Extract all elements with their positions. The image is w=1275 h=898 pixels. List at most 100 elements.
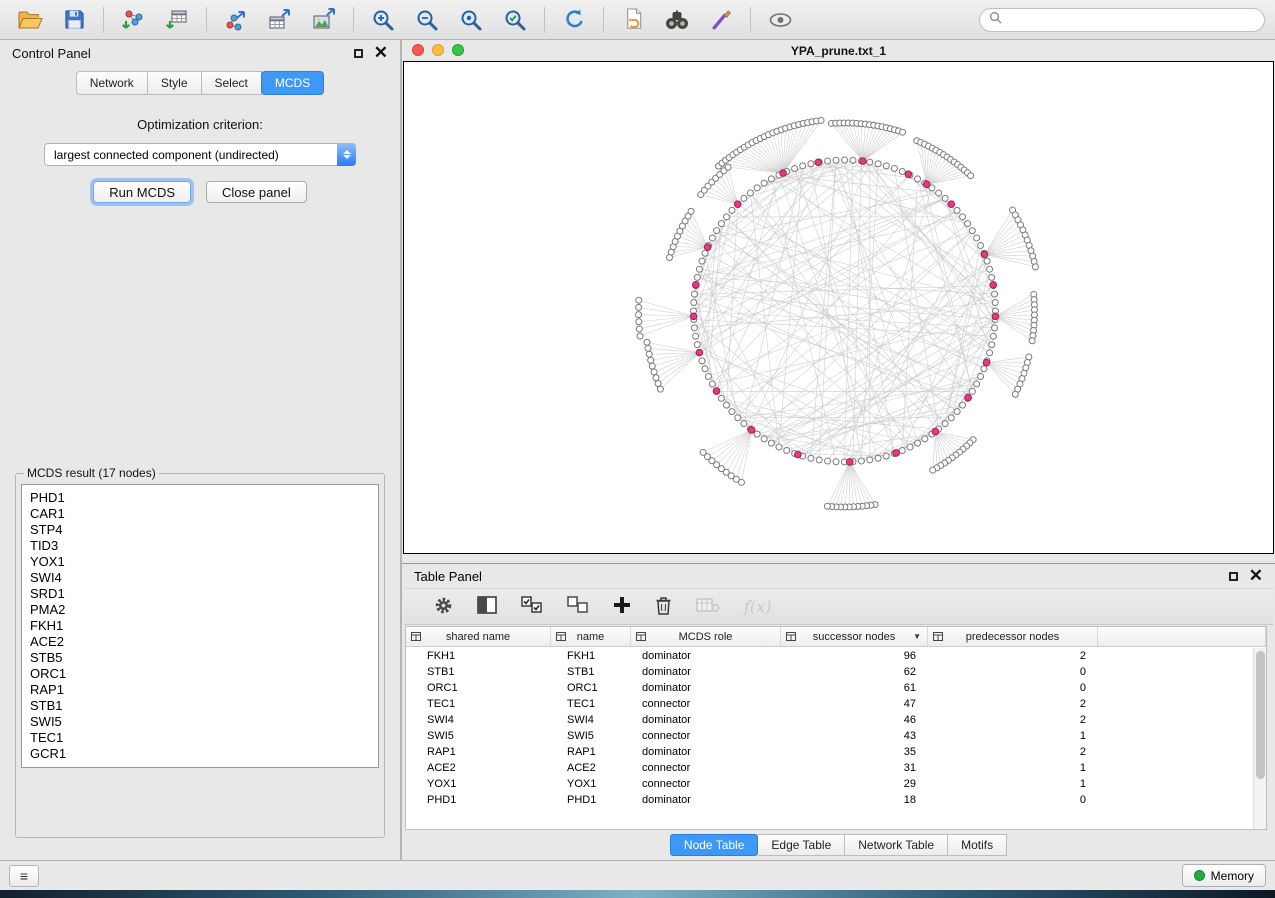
memory-button[interactable]: Memory xyxy=(1182,864,1266,887)
import-network-button[interactable] xyxy=(113,4,153,36)
table-cell: STB1 xyxy=(406,666,551,678)
tab-network-table[interactable]: Network Table xyxy=(845,834,948,856)
table-cell: 1 xyxy=(928,730,1098,742)
network-canvas[interactable] xyxy=(403,61,1274,554)
mcds-result-item[interactable]: SRD1 xyxy=(30,586,370,602)
network-graph[interactable] xyxy=(404,62,1273,553)
table-header-row: shared name name MCDS role successor nod… xyxy=(406,627,1266,647)
table-row[interactable]: SWI5SWI5connector431 xyxy=(406,728,1253,744)
export-table-button[interactable] xyxy=(260,4,300,36)
mcds-result-item[interactable]: STB5 xyxy=(30,650,370,666)
network-view: YPA_prune.txt_1 xyxy=(402,40,1275,563)
mcds-result-item[interactable]: ACE2 xyxy=(30,634,370,650)
show-columns-button[interactable] xyxy=(477,596,497,617)
binoculars-button[interactable] xyxy=(657,4,697,36)
search-input[interactable] xyxy=(1007,13,1255,27)
export-image-button[interactable] xyxy=(304,4,344,36)
table-row[interactable]: RAP1RAP1dominator352 xyxy=(406,744,1253,760)
table-cell: PHD1 xyxy=(406,794,551,806)
mcds-result-item[interactable]: PMA2 xyxy=(30,602,370,618)
tab-mcds[interactable]: MCDS xyxy=(261,71,324,95)
table-row[interactable]: FKH1FKH1dominator962 xyxy=(406,648,1253,664)
close-table-panel-icon[interactable]: ✕ xyxy=(1249,571,1263,581)
export-network-button[interactable] xyxy=(216,4,256,36)
run-mcds-button[interactable]: Run MCDS xyxy=(93,181,191,203)
unselect-all-button[interactable] xyxy=(567,596,589,617)
table-row[interactable]: ORC1ORC1dominator610 xyxy=(406,680,1253,696)
open-file-button[interactable] xyxy=(10,4,50,36)
column-header-shared-name[interactable]: shared name xyxy=(406,627,551,646)
optimization-criterion-select[interactable]: largest connected component (undirected) xyxy=(44,143,356,166)
table-cell: 2 xyxy=(928,650,1098,662)
clone-network-button[interactable] xyxy=(613,4,653,36)
plus-icon xyxy=(613,596,631,617)
mcds-result-item[interactable]: PHD1 xyxy=(30,490,370,506)
table-row[interactable]: TEC1TEC1connector472 xyxy=(406,696,1253,712)
table-row[interactable]: SWI4SWI4dominator462 xyxy=(406,712,1253,728)
window-zoom-traffic-light[interactable] xyxy=(452,44,464,56)
column-header-predecessor-nodes[interactable]: predecessor nodes xyxy=(928,627,1098,646)
function-builder-button-disabled: f(x) xyxy=(744,597,771,616)
mcds-result-item[interactable]: CAR1 xyxy=(30,506,370,522)
window-close-traffic-light[interactable] xyxy=(412,44,424,56)
mcds-result-item[interactable]: SWI5 xyxy=(30,714,370,730)
float-table-panel-icon[interactable] xyxy=(1229,572,1238,581)
style-brush-button[interactable] xyxy=(701,4,741,36)
mcds-result-item[interactable]: GCR1 xyxy=(30,746,370,762)
table-cell: FKH1 xyxy=(406,650,551,662)
float-panel-icon[interactable] xyxy=(354,49,363,58)
mcds-result-item[interactable]: SWI4 xyxy=(30,570,370,586)
column-header-name[interactable]: name xyxy=(551,627,631,646)
show-hide-button[interactable] xyxy=(760,4,800,36)
table-row[interactable]: YOX1YOX1connector291 xyxy=(406,776,1253,792)
delete-column-button[interactable] xyxy=(655,596,672,618)
tab-node-table[interactable]: Node Table xyxy=(670,834,759,856)
table-row[interactable]: STB1STB1dominator620 xyxy=(406,664,1253,680)
tab-select[interactable]: Select xyxy=(202,71,262,95)
table-cell: 43 xyxy=(781,730,928,742)
table-vertical-scrollbar[interactable] xyxy=(1253,648,1266,829)
column-header-successor-nodes[interactable]: successor nodes▼ xyxy=(781,627,928,646)
tab-network[interactable]: Network xyxy=(76,71,148,95)
tab-style[interactable]: Style xyxy=(148,71,202,95)
mcds-result-item[interactable]: TID3 xyxy=(30,538,370,554)
add-column-button[interactable] xyxy=(613,596,631,617)
mcds-result-item[interactable]: ORC1 xyxy=(30,666,370,682)
mcds-result-item[interactable]: YOX1 xyxy=(30,554,370,570)
mcds-result-item[interactable]: FKH1 xyxy=(30,618,370,634)
table-cell: ACE2 xyxy=(551,762,631,774)
style-brush-icon xyxy=(709,7,734,32)
toolbar-separator xyxy=(603,7,604,33)
mcds-result-item[interactable]: STB1 xyxy=(30,698,370,714)
window-minimize-traffic-light[interactable] xyxy=(432,44,444,56)
table-cell: ACE2 xyxy=(406,762,551,774)
close-panel-button[interactable]: Close panel xyxy=(206,181,307,203)
zoom-out-button[interactable] xyxy=(407,4,447,36)
close-panel-icon[interactable]: ✕ xyxy=(374,48,388,58)
table-cell: TEC1 xyxy=(406,698,551,710)
table-cell: 2 xyxy=(928,698,1098,710)
table-row[interactable]: PHD1PHD1dominator180 xyxy=(406,792,1253,808)
table-panel-title: Table Panel xyxy=(414,569,482,584)
sort-arrow-icon[interactable]: ▼ xyxy=(913,632,921,641)
scrollbar-thumb[interactable] xyxy=(1256,651,1265,779)
column-header-mcds-role[interactable]: MCDS role xyxy=(631,627,781,646)
mcds-result-item[interactable]: RAP1 xyxy=(30,682,370,698)
table-cell: YOX1 xyxy=(551,778,631,790)
task-history-button[interactable]: ≡ xyxy=(9,865,39,887)
import-table-button[interactable] xyxy=(157,4,197,36)
table-settings-button[interactable] xyxy=(434,596,453,618)
zoom-in-button[interactable] xyxy=(363,4,403,36)
mcds-result-item[interactable]: STP4 xyxy=(30,522,370,538)
tab-edge-table[interactable]: Edge Table xyxy=(758,834,845,856)
zoom-selected-button[interactable] xyxy=(495,4,535,36)
delete-table-icon xyxy=(696,597,720,616)
zoom-fit-button[interactable] xyxy=(451,4,491,36)
refresh-view-button[interactable] xyxy=(554,4,594,36)
status-bar: ≡ Memory xyxy=(0,860,1275,890)
table-row[interactable]: ACE2ACE2connector311 xyxy=(406,760,1253,776)
save-button[interactable] xyxy=(54,4,94,36)
select-all-button[interactable] xyxy=(521,596,543,617)
tab-motifs[interactable]: Motifs xyxy=(948,834,1007,856)
mcds-result-item[interactable]: TEC1 xyxy=(30,730,370,746)
